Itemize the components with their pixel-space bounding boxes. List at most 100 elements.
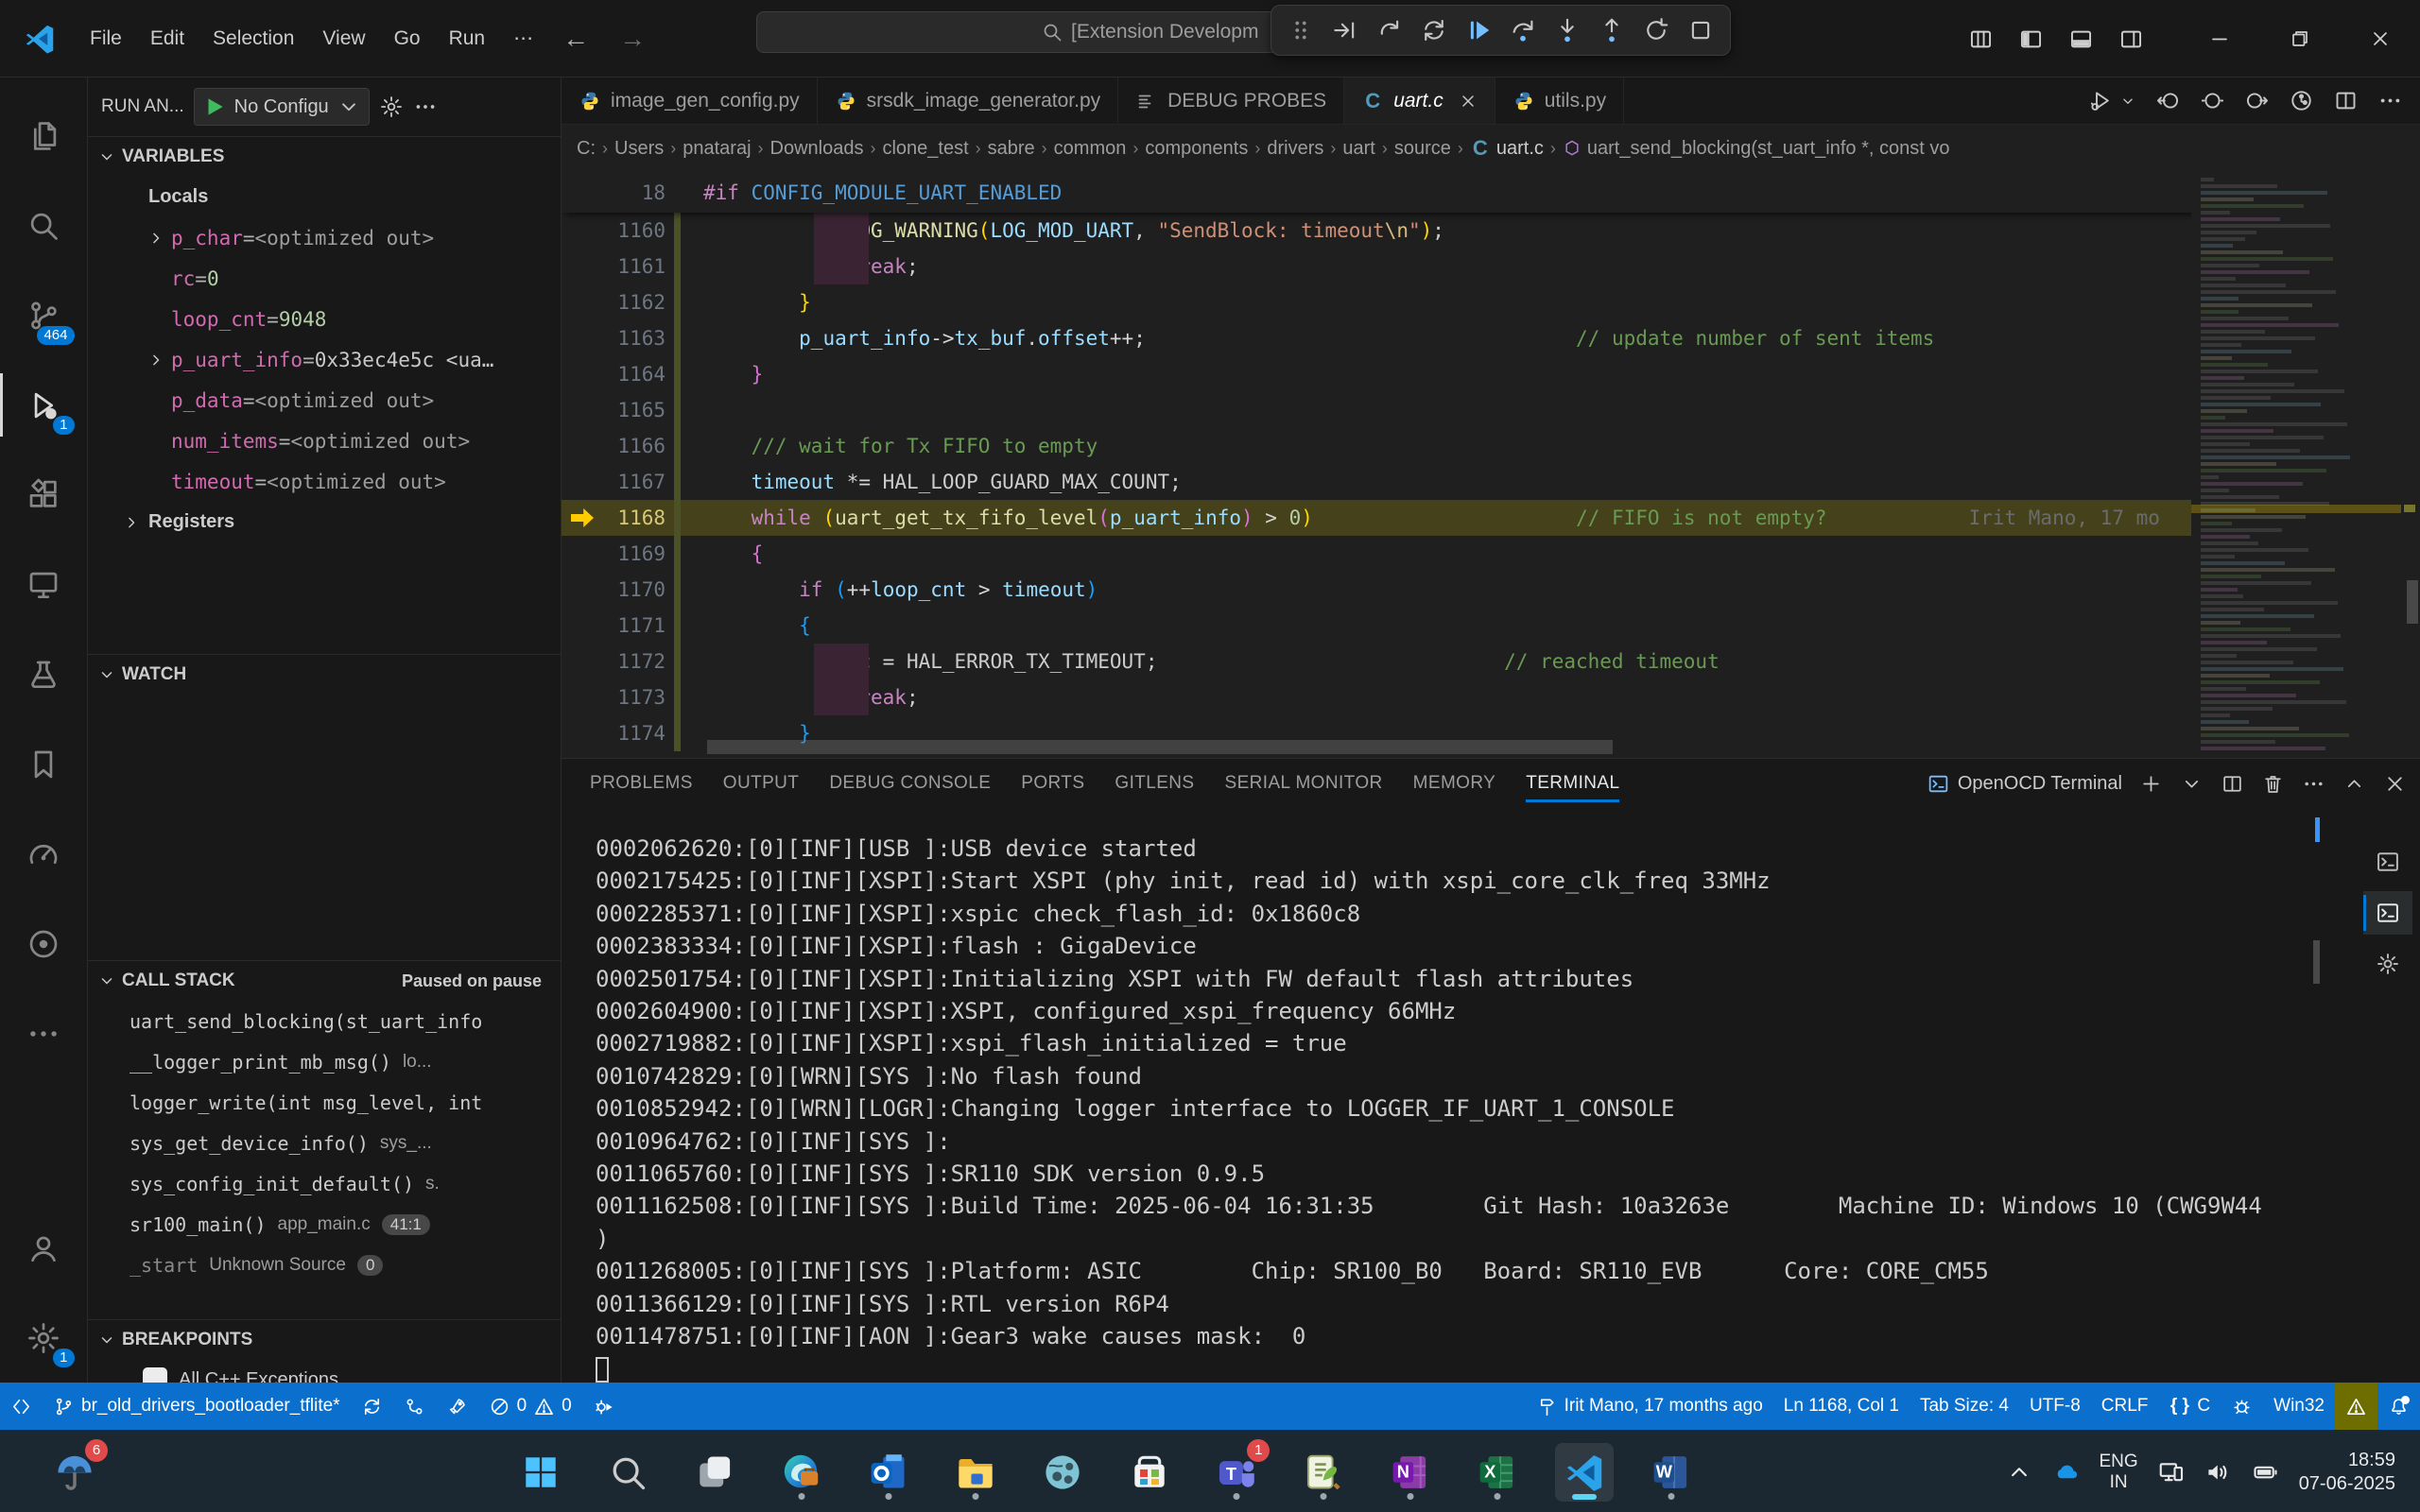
stack-frame[interactable]: sys_get_device_info()sys_... [88, 1123, 561, 1163]
step-out-icon[interactable] [1594, 12, 1630, 48]
line-number[interactable]: 1169 [603, 542, 666, 565]
breadcrumb-item[interactable]: sabre [988, 138, 1035, 160]
refresh-icon[interactable] [1416, 12, 1452, 48]
breadcrumb-item[interactable]: C: [577, 138, 596, 160]
stack-frame[interactable]: logger_write(int msg_level, int [88, 1082, 561, 1123]
taskbar-task-view[interactable] [685, 1443, 744, 1502]
terminal-selector[interactable]: OpenOCD Terminal [1927, 772, 2122, 796]
line-number[interactable]: 1162 [603, 291, 666, 314]
nav-back-icon[interactable] [2155, 88, 2181, 113]
breakpoint-checkbox[interactable] [143, 1367, 167, 1383]
run-menu-icon[interactable] [2088, 88, 2114, 113]
breadcrumb-item[interactable]: pnataraj [683, 138, 751, 160]
panel-tab-debug-console[interactable]: DEBUG CONSOLE [829, 759, 991, 808]
tray-chevron-up-icon[interactable] [2005, 1458, 2033, 1486]
breadcrumb[interactable]: C:›Users›pnataraj›Downloads›clone_test›s… [562, 125, 2420, 172]
menu-more[interactable]: ⋯ [499, 20, 547, 58]
variable-row[interactable]: loop_cnt = 9048 [88, 299, 561, 339]
menu-file[interactable]: File [76, 20, 136, 58]
run-to-line-icon[interactable] [1327, 12, 1363, 48]
breadcrumb-item[interactable]: uart [1342, 138, 1374, 160]
taskbar-notepad-plus-plus[interactable] [1294, 1443, 1353, 1502]
breadcrumb-symbol[interactable]: uart_send_blocking(st_uart_info *, const… [1563, 138, 1950, 160]
breadcrumb-item[interactable]: components [1145, 138, 1248, 160]
tab-utils-py[interactable]: utils.py [1495, 77, 1624, 124]
close-icon[interactable] [1459, 92, 1478, 111]
panel-tab-gitlens[interactable]: GITLENS [1115, 759, 1194, 808]
split-icon[interactable] [2333, 88, 2359, 113]
taskbar-taskbar-search[interactable] [598, 1443, 657, 1502]
terminal-instance-openocd[interactable] [2363, 891, 2412, 935]
menu-go[interactable]: Go [380, 20, 435, 58]
status-alert[interactable] [2335, 1383, 2377, 1430]
timeline-icon[interactable] [2289, 88, 2314, 113]
chevron-down-sm-icon[interactable] [2180, 772, 2204, 796]
breadcrumb-item[interactable]: Downloads [770, 138, 864, 160]
terminal-debug-task[interactable] [2363, 942, 2412, 986]
chevron-up-icon[interactable] [2342, 772, 2366, 796]
restart-icon[interactable] [1638, 12, 1674, 48]
split-icon[interactable] [2221, 772, 2244, 796]
panel-tab-terminal[interactable]: TERMINAL [1526, 759, 1619, 808]
code-line-1170[interactable]: 1170 if (++loop_cnt > timeout) [562, 572, 2420, 608]
step-back-icon[interactable] [1372, 12, 1408, 48]
taskbar-vscode[interactable] [1555, 1443, 1614, 1502]
activity-run-and-debug[interactable]: 1 [0, 360, 88, 450]
activity-testing[interactable] [0, 629, 88, 719]
variable-row[interactable]: timeout = <optimized out> [88, 461, 561, 502]
stack-frame[interactable]: sys_config_init_default()s. [88, 1163, 561, 1204]
menu-run[interactable]: Run [435, 20, 500, 58]
step-into-icon[interactable] [1549, 12, 1585, 48]
stack-frame[interactable]: __logger_print_mb_msg()lo... [88, 1041, 561, 1082]
layout-sidebar-left-icon[interactable] [2018, 26, 2044, 52]
line-number[interactable]: 1167 [603, 471, 666, 493]
launch-config-dropdown[interactable]: No Configu [194, 88, 370, 126]
status-git-branch[interactable]: br_old_drivers_bootloader_tflite* [43, 1383, 351, 1430]
code-line-1168[interactable]: 1168 while (uart_get_tx_fifo_level(p_uar… [562, 500, 2420, 536]
nav-forward-icon[interactable] [2244, 88, 2270, 113]
tab-uart-c[interactable]: Cuart.c [1344, 77, 1495, 124]
code-line-1162[interactable]: 1162 } [562, 284, 2420, 320]
status-eol[interactable]: CRLF [2091, 1383, 2159, 1430]
history-forward-button[interactable]: → [604, 24, 661, 54]
activity-remote-explorer[interactable] [0, 540, 88, 629]
stack-frame[interactable]: uart_send_blocking(st_uart_info [88, 1001, 561, 1041]
step-over-icon[interactable] [1505, 12, 1541, 48]
status-language-mode[interactable]: { }C [2158, 1383, 2221, 1430]
line-number[interactable]: 1171 [603, 614, 666, 637]
layout-sidebar-right-icon[interactable] [2118, 26, 2144, 52]
status-cursor-position[interactable]: Ln 1168, Col 1 [1773, 1383, 1910, 1430]
line-number[interactable]: 1165 [603, 399, 666, 421]
watch-header[interactable]: WATCH [88, 655, 561, 695]
menu-edit[interactable]: Edit [136, 20, 199, 58]
line-number[interactable]: 1174 [603, 722, 666, 745]
editor-horizontal-scrollbar[interactable] [707, 740, 1613, 754]
code-line-1163[interactable]: 1163 p_uart_info->tx_buf.offset++; // up… [562, 320, 2420, 356]
line-number[interactable]: 1172 [603, 650, 666, 673]
line-number[interactable]: 1168 [603, 507, 666, 529]
variable-row[interactable]: p_char = <optimized out> [88, 217, 561, 258]
activity-source-control[interactable]: 464 [0, 270, 88, 360]
activity-search[interactable] [0, 180, 88, 270]
code-line-1169[interactable]: 1169 { [562, 536, 2420, 572]
terminal-scrollbar[interactable] [2313, 940, 2320, 984]
layout-panel-icon[interactable] [2068, 26, 2094, 52]
panel-tab-output[interactable]: OUTPUT [723, 759, 800, 808]
breadcrumb-item[interactable]: drivers [1267, 138, 1323, 160]
breadcrumb-item[interactable]: Users [614, 138, 664, 160]
sticky-scroll-line[interactable]: 18#if CONFIG_MODULE_UART_ENABLED [562, 172, 2420, 213]
taskbar-onenote[interactable]: N [1381, 1443, 1440, 1502]
terminal-instance[interactable] [2363, 840, 2412, 884]
code-editor[interactable]: 18#if CONFIG_MODULE_UART_ENABLED1160 LOG… [562, 172, 2420, 758]
language-indicator[interactable]: ENGIN [2100, 1452, 2138, 1493]
variable-row[interactable]: rc = 0 [88, 258, 561, 299]
tab-image-gen-config-py[interactable]: image_gen_config.py [562, 77, 818, 124]
status-notifications[interactable] [2377, 1383, 2420, 1430]
status-problems[interactable]: 00 [478, 1383, 582, 1430]
panel-tab-problems[interactable]: PROBLEMS [590, 759, 693, 808]
close-icon[interactable] [2383, 772, 2407, 796]
umbrella-app[interactable]: 6 [45, 1443, 104, 1502]
activity-bookmarks[interactable] [0, 719, 88, 809]
start-debug-icon[interactable] [202, 94, 227, 119]
tab-srsdk-image-generator-py[interactable]: srsdk_image_generator.py [818, 77, 1118, 124]
